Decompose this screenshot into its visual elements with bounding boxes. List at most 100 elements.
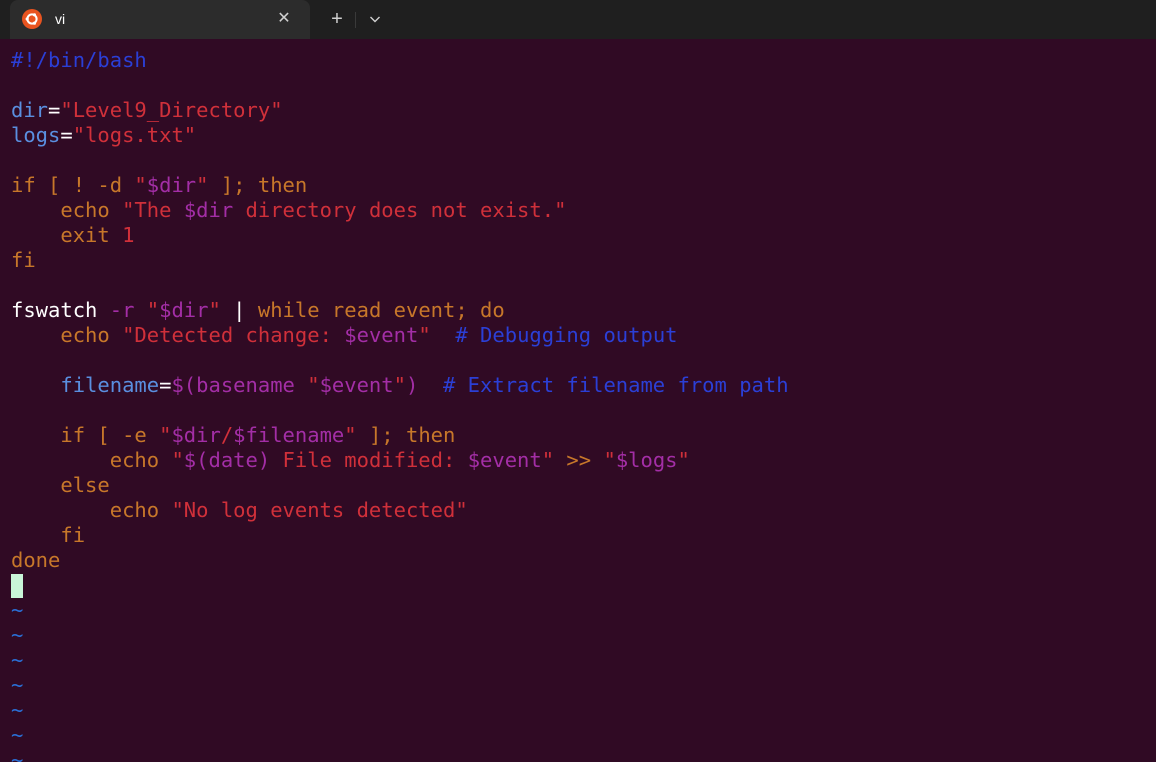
code-token: " — [134, 173, 147, 197]
code-token: 1 — [122, 223, 135, 247]
terminal-pane[interactable]: #!/bin/bash dir="Level9_Directory" logs="… — [0, 39, 1156, 762]
empty-buffer-line: ~ — [11, 698, 24, 722]
code-token: $dir — [183, 198, 234, 222]
code-token: fswatch — [11, 298, 110, 322]
code-line: logs="logs.txt" — [11, 123, 789, 148]
code-token: = — [60, 123, 73, 147]
text-cursor — [11, 574, 23, 598]
code-line: fi — [11, 248, 789, 273]
tab-divider — [355, 12, 356, 28]
code-token: $logs — [615, 448, 678, 472]
code-token: $dir — [171, 423, 221, 447]
code-token: " — [393, 373, 406, 397]
code-token: "Detected change: — [122, 323, 345, 347]
code-token: " — [171, 448, 184, 472]
code-line: #!/bin/bash — [11, 48, 789, 73]
code-token: " — [677, 448, 690, 472]
code-token: -r — [109, 298, 135, 322]
empty-buffer-line: ~ — [11, 723, 24, 747]
code-line: echo "$(date) File modified: $event" >> … — [11, 448, 789, 473]
code-token: / — [220, 423, 234, 447]
empty-buffer-line: ~ — [11, 748, 24, 762]
code-token: done — [11, 548, 61, 572]
code-token: if [ -e — [11, 423, 160, 447]
tab-vi[interactable]: vi ✕ — [10, 0, 310, 39]
code-token: $event — [467, 448, 542, 472]
code-line: filename=$(basename "$event") # Extract … — [11, 373, 789, 398]
code-token: echo — [11, 448, 172, 472]
empty-buffer-line: ~ — [11, 598, 24, 622]
code-token: $dir — [159, 298, 209, 322]
code-token: filename — [11, 373, 160, 397]
code-token: " — [159, 423, 172, 447]
code-token: $event — [319, 373, 394, 397]
code-token: " — [146, 298, 160, 322]
code-line: else — [11, 473, 789, 498]
code-line: if [ -e "$dir/$filename" ]; then — [11, 423, 789, 448]
code-token: $event — [344, 323, 419, 347]
code-line: fswatch -r "$dir" | while read event; do — [11, 298, 789, 323]
ubuntu-icon — [22, 9, 42, 29]
code-token: echo — [11, 198, 123, 222]
code-token: " — [307, 373, 320, 397]
code-token: ]; then — [208, 173, 308, 197]
code-token: ]; then — [356, 423, 456, 447]
editor-buffer[interactable]: #!/bin/bash dir="Level9_Directory" logs="… — [11, 48, 789, 762]
code-token: " — [344, 423, 357, 447]
code-token: File modified: — [270, 448, 468, 472]
code-token: #!/bin/bash — [11, 48, 147, 72]
code-token: $dir — [146, 173, 197, 197]
tab-dropdown-button[interactable] — [362, 8, 388, 30]
empty-buffer-line: ~ — [11, 648, 24, 672]
code-token: else — [11, 473, 110, 497]
cursor-line — [11, 573, 789, 598]
code-token: " — [541, 448, 555, 472]
code-token: " — [196, 173, 209, 197]
code-token: = — [48, 98, 61, 122]
code-line: exit 1 — [11, 223, 789, 248]
code-token: $(basename — [171, 373, 308, 397]
code-token: # Extract filename from path — [418, 373, 789, 397]
code-token: "No log events detected" — [171, 498, 468, 522]
code-token: "logs.txt" — [72, 123, 197, 147]
code-token: "Level9_Directory" — [60, 98, 283, 122]
code-token: " — [208, 298, 221, 322]
code-token: " — [603, 448, 616, 472]
tab-title: vi — [55, 11, 66, 27]
code-token: exit — [11, 223, 123, 247]
title-bar: vi ✕ + — [0, 0, 1156, 39]
code-token: fi — [11, 523, 86, 547]
code-line: echo "No log events detected" — [11, 498, 789, 523]
code-token: "The — [122, 198, 184, 222]
code-line: dir="Level9_Directory" — [11, 98, 789, 123]
empty-buffer-line: ~ — [11, 673, 24, 697]
code-token: # Debugging output — [430, 323, 678, 347]
code-token: fi — [11, 248, 36, 272]
code-token: echo — [11, 498, 172, 522]
new-tab-button[interactable]: + — [324, 8, 350, 30]
code-token: while read event; do — [257, 298, 505, 322]
code-line: if [ ! -d "$dir" ]; then — [11, 173, 789, 198]
code-token: $(date) — [183, 448, 271, 472]
code-token: dir — [11, 98, 49, 122]
code-line: done — [11, 548, 789, 573]
code-line: fi — [11, 523, 789, 548]
code-token: directory does not exist." — [233, 198, 567, 222]
code-token: >> — [554, 448, 604, 472]
code-token: logs — [11, 123, 61, 147]
code-token: = — [159, 373, 172, 397]
code-token: ) — [405, 373, 419, 397]
empty-buffer-line: ~ — [11, 623, 24, 647]
close-tab-button[interactable]: ✕ — [273, 8, 295, 30]
code-token: " — [418, 323, 431, 347]
code-line: echo "The $dir directory does not exist.… — [11, 198, 789, 223]
code-token: $filename — [233, 423, 345, 447]
code-line: echo "Detected change: $event" # Debuggi… — [11, 323, 789, 348]
chevron-down-icon — [370, 16, 380, 23]
